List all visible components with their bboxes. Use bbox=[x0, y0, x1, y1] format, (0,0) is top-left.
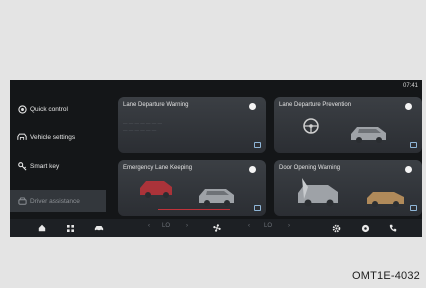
settings-icon[interactable] bbox=[330, 219, 342, 237]
phone-icon[interactable] bbox=[387, 219, 399, 237]
door-open-car-icon bbox=[298, 178, 338, 207]
sidebar-item-label: Smart key bbox=[30, 162, 60, 170]
card-placeholder-line: — — — — — — — bbox=[123, 121, 163, 126]
key-icon bbox=[14, 161, 30, 171]
expand-icon[interactable] bbox=[254, 142, 261, 148]
temp-left-value: LO bbox=[162, 223, 171, 229]
door-opening-warning-toggle[interactable] bbox=[405, 166, 412, 173]
temp-right-increase-icon[interactable]: › bbox=[288, 223, 290, 229]
sidebar-item-label: Quick control bbox=[30, 105, 68, 113]
bottom-bar: ‹ LO › ‹ LO › bbox=[10, 219, 422, 237]
steering-assist-icon bbox=[14, 196, 30, 206]
fan-icon[interactable] bbox=[210, 219, 224, 237]
sidebar-item-vehicle-settings[interactable]: Vehicle settings bbox=[10, 126, 106, 148]
expand-icon[interactable] bbox=[410, 142, 417, 148]
card-placeholder-line: — — — — — — bbox=[123, 128, 157, 133]
sidebar-item-quick-control[interactable]: Quick control bbox=[10, 98, 106, 120]
target-icon bbox=[14, 104, 30, 114]
expand-icon[interactable] bbox=[410, 205, 417, 211]
car-icon[interactable] bbox=[93, 219, 105, 237]
card-title: Lane Departure Warning bbox=[123, 102, 189, 108]
temp-right-decrease-icon[interactable]: ‹ bbox=[248, 223, 250, 229]
card-title: Emergency Lane Keeping bbox=[123, 165, 193, 171]
temp-right-value: LO bbox=[264, 223, 273, 229]
card-title: Lane Departure Prevention bbox=[279, 102, 352, 108]
lane-departure-warning-toggle[interactable] bbox=[249, 103, 256, 110]
lane-line bbox=[158, 209, 230, 210]
status-clock: 07:41 bbox=[402, 83, 418, 89]
approaching-car-icon bbox=[367, 192, 404, 207]
emergency-lane-keeping-toggle[interactable] bbox=[249, 166, 256, 173]
car-door-icon bbox=[14, 133, 30, 141]
home-icon[interactable] bbox=[37, 219, 47, 237]
steering-wheel-icon bbox=[303, 118, 319, 134]
card-lane-departure-warning[interactable]: Lane Departure Warning — — — — — — — — —… bbox=[118, 97, 266, 153]
temp-left-increase-icon[interactable]: › bbox=[186, 223, 188, 229]
expand-icon[interactable] bbox=[254, 205, 261, 211]
card-door-opening-warning[interactable]: Door Opening Warning bbox=[274, 160, 422, 216]
disc-icon[interactable] bbox=[359, 219, 371, 237]
car-icon bbox=[351, 127, 386, 143]
sidebar-item-label: Driver assistance bbox=[30, 197, 80, 205]
lane-departure-prevention-toggle[interactable] bbox=[405, 103, 412, 110]
card-lane-departure-prevention[interactable]: Lane Departure Prevention bbox=[274, 97, 422, 153]
card-emergency-lane-keeping[interactable]: Emergency Lane Keeping bbox=[118, 160, 266, 216]
car-icon bbox=[199, 189, 234, 206]
sidebar-item-label: Vehicle settings bbox=[30, 133, 76, 141]
apps-icon[interactable] bbox=[65, 219, 75, 237]
card-title: Door Opening Warning bbox=[279, 165, 341, 171]
temp-left-decrease-icon[interactable]: ‹ bbox=[148, 223, 150, 229]
figure-code: OMT1E-4032 bbox=[351, 270, 420, 282]
sidebar: Quick control Vehicle settings Smart key… bbox=[10, 98, 106, 222]
sidebar-item-smart-key[interactable]: Smart key bbox=[10, 155, 106, 177]
infotainment-screen: 07:41 Quick control Vehicle settings Sma… bbox=[10, 80, 422, 237]
alert-car-icon bbox=[140, 181, 172, 198]
sidebar-item-driver-assistance[interactable]: Driver assistance bbox=[10, 190, 106, 212]
